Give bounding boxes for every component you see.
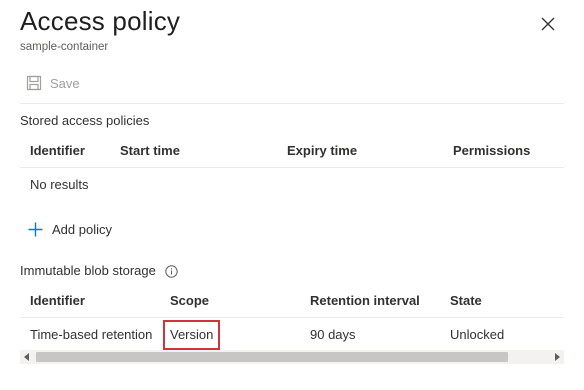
save-icon <box>26 75 42 91</box>
horizontal-scrollbar[interactable] <box>20 350 564 364</box>
policy-identifier-cell: Time-based retention <box>30 327 153 342</box>
immutable-policies-header: Identifier Scope Retention interval Stat… <box>20 284 564 318</box>
scrollbar-thumb[interactable] <box>36 352 508 362</box>
empty-results-row: No results <box>20 168 564 201</box>
column-header-start-time[interactable]: Start time <box>120 134 180 167</box>
column-header-state[interactable]: State <box>450 284 482 317</box>
immutable-storage-label: Immutable blob storage <box>20 263 156 278</box>
plus-icon <box>28 222 43 236</box>
column-header-identifier[interactable]: Identifier <box>30 134 85 167</box>
info-icon[interactable] <box>165 265 179 278</box>
scroll-left-button[interactable] <box>20 350 34 364</box>
add-policy-button[interactable]: Add policy <box>28 218 112 240</box>
panel-subtitle: sample-container <box>20 41 109 53</box>
save-label: Save <box>50 75 80 91</box>
add-policy-label: Add policy <box>52 221 112 237</box>
caret-right-icon <box>555 353 560 361</box>
panel-title: Access policy <box>20 6 181 36</box>
immutable-storage-heading: Immutable blob storage <box>20 263 179 278</box>
column-header-scope[interactable]: Scope <box>170 284 209 317</box>
save-button[interactable]: Save <box>26 73 80 93</box>
scroll-right-button[interactable] <box>550 350 564 364</box>
toolbar-divider <box>20 103 564 104</box>
column-header-identifier[interactable]: Identifier <box>30 284 85 317</box>
column-header-expiry-time[interactable]: Expiry time <box>287 134 357 167</box>
close-button[interactable] <box>538 14 558 34</box>
column-header-retention-interval[interactable]: Retention interval <box>310 284 420 317</box>
no-results-text: No results <box>30 177 89 192</box>
column-header-permissions[interactable]: Permissions <box>453 134 530 167</box>
policy-retention-cell: 90 days <box>310 327 356 342</box>
policy-state-cell: Unlocked <box>450 327 505 342</box>
close-icon <box>541 17 555 31</box>
caret-left-icon <box>24 353 29 361</box>
scope-highlight-box <box>163 320 220 350</box>
stored-policies-header: Identifier Start time Expiry time Permis… <box>20 134 564 168</box>
stored-policies-heading: Stored access policies <box>20 113 150 128</box>
access-policy-panel: Access policy sample-container Save Stor… <box>0 0 584 390</box>
table-row[interactable]: Time-based retention Version 90 days Unl… <box>20 318 564 351</box>
